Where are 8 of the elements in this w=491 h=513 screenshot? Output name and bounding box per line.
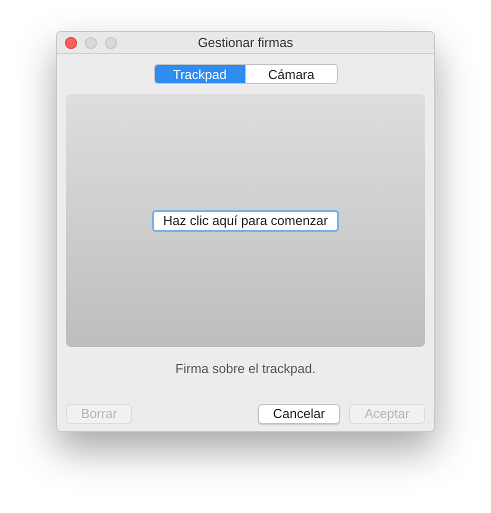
minimize-icon[interactable] — [85, 37, 97, 49]
caption-text: Firma sobre el trackpad. — [175, 360, 316, 378]
window-title: Gestionar firmas — [198, 34, 294, 52]
cancel-button[interactable]: Cancelar — [258, 404, 340, 424]
close-icon[interactable] — [65, 37, 77, 49]
zoom-icon[interactable] — [105, 37, 117, 49]
tab[interactable]: Cámara — [245, 65, 336, 83]
start-button[interactable]: Haz clic aquí para comenzar — [152, 210, 339, 232]
